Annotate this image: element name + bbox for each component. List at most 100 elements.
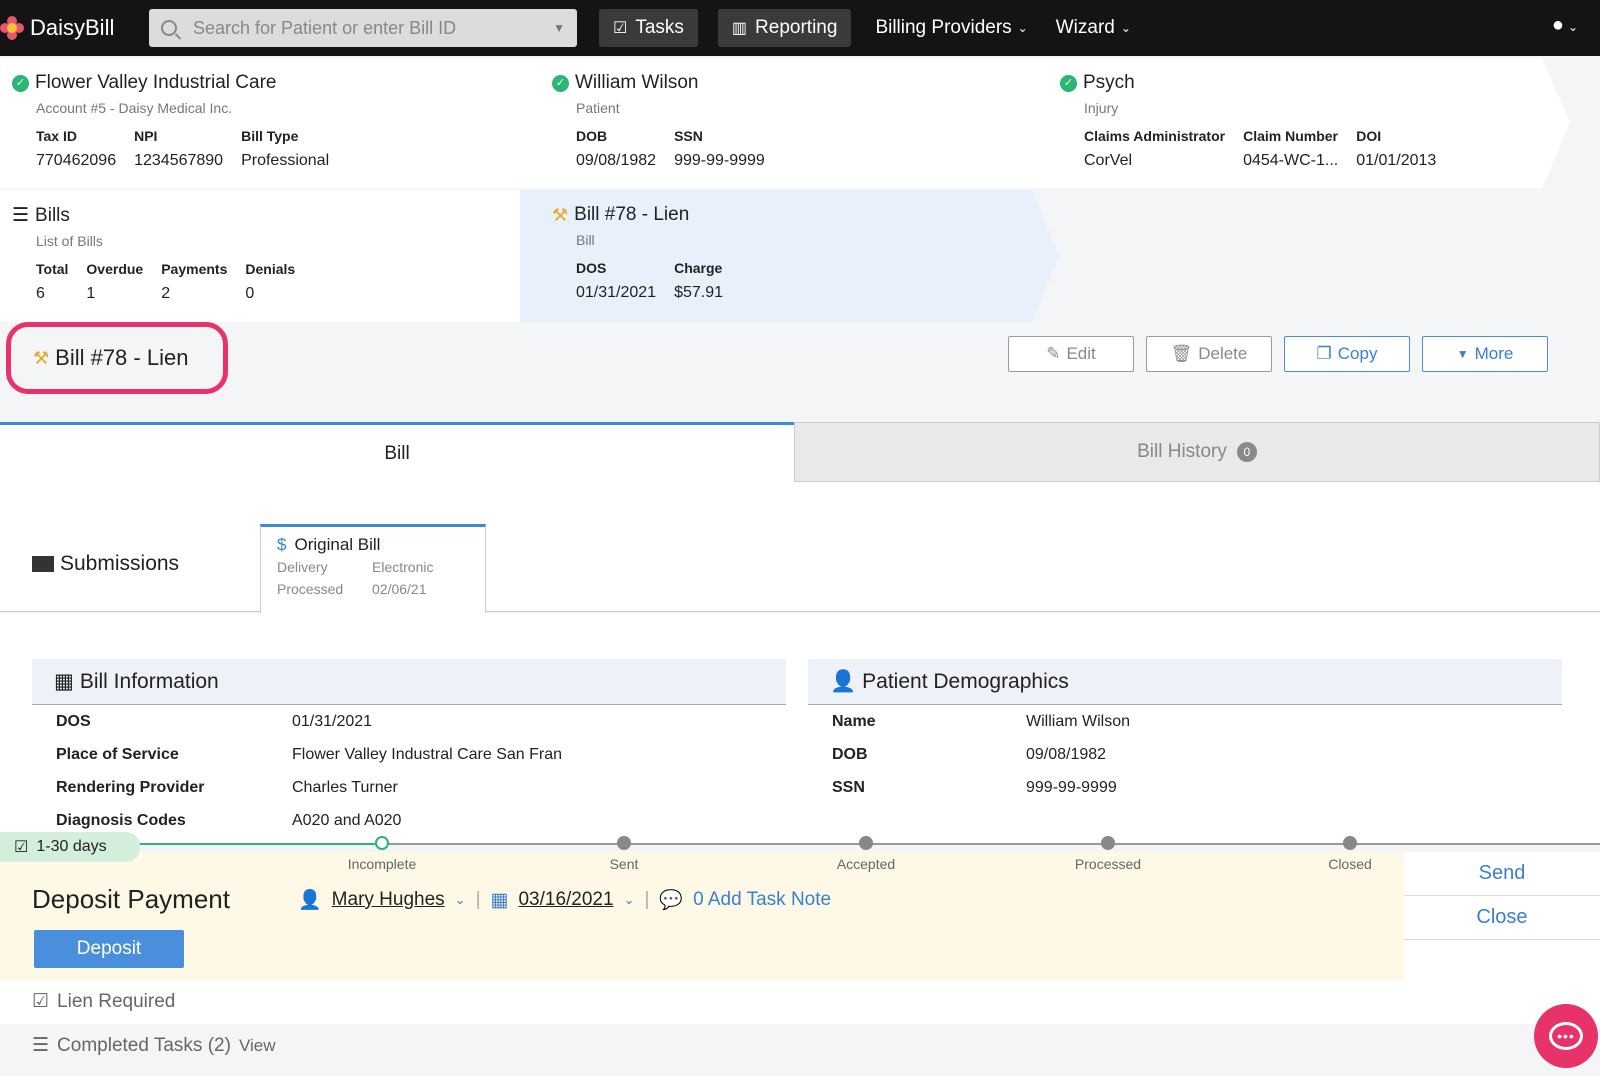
field-label: Overdue [86,261,144,277]
field-value: $57.91 [674,284,724,301]
chevron-down-icon[interactable]: ⌄ [455,892,466,908]
search-placeholder: Search for Patient or enter Bill ID [193,17,457,38]
original-bill-tab[interactable]: $ Original Bill Delivery Electronic Proce… [260,524,486,614]
table-row: DOS 01/31/2021 [56,705,562,738]
account-card[interactable]: ✓ Flower Valley Industrial Care Account #… [0,58,550,188]
account-subtitle: Account #5 - Daisy Medical Inc. [36,100,233,116]
chevron-down-icon[interactable]: ⌄ [624,892,635,908]
row-value: 01/31/2021 [292,712,373,730]
list-icon: ☰ [32,1035,50,1056]
wizard-menu[interactable]: Wizard ⌄ [1042,9,1145,47]
separator: | [644,889,650,910]
separator: | [475,889,481,910]
table-row: Diagnosis Codes A020 and A020 [56,804,562,837]
more-button[interactable]: ▼ More [1422,336,1548,372]
patient-card[interactable]: ✓ William Wilson Patient DOB 09/08/1982 SS… [520,58,1066,188]
injury-card[interactable]: ✓ Psych Injury Claims Administrator CorVel… [1036,58,1570,188]
task-progress-line [0,843,1600,845]
field-label: Claims Administrator [1084,128,1226,144]
field-value: CorVel [1084,152,1133,169]
table-row: Place of Service Flower Valley Industral … [56,738,562,771]
row-value: Flower Valley Industral Care San Fran [292,745,563,763]
completed-tasks-label: Completed Tasks (2) [57,1034,231,1056]
add-task-note-link[interactable]: 0 Add Task Note [693,889,831,911]
lien-required-label: Lien Required [57,990,176,1012]
field-label: Denials [245,261,296,277]
field-value: 2 [161,285,171,302]
search-input[interactable]: Search for Patient or enter Bill ID ▼ [149,9,577,47]
tab-bill-history[interactable]: Bill History 0 [794,422,1600,482]
deposit-button[interactable]: Deposit [34,930,184,968]
billing-providers-menu[interactable]: Billing Providers ⌄ [861,9,1041,47]
assignee-select[interactable]: Mary Hughes [332,889,445,911]
stage-dot [1343,836,1357,850]
list-icon: ☰ [12,205,30,226]
check-circle-icon: ✓ [552,75,569,92]
stage-label: Incomplete [347,856,417,872]
due-date-select[interactable]: 03/16/2021 [518,889,613,911]
field-value: 770462096 [36,152,117,169]
field-label: Charge [674,260,723,276]
chevron-down-icon: ⌄ [1017,21,1028,35]
task-title: Deposit Payment [32,884,230,914]
table-row: SSN 999-99-9999 [832,771,1130,804]
field-label: Bill Type [241,128,299,144]
delivery-value: Electronic [372,559,434,575]
daisy-icon [0,16,24,40]
copy-button[interactable]: ❐ Copy [1284,336,1410,372]
close-button[interactable]: Close [1404,896,1600,940]
bill-card[interactable]: ⚒ Bill #78 - Lien Bill DOS 01/31/2021 Char… [520,190,1060,322]
calendar-icon: ▦ [490,889,509,911]
bill-information-panel: ▦ Bill Information DOS 01/31/2021 Place of… [32,659,786,837]
row-label: Place of Service [56,745,179,763]
bill-information-title: Bill Information [79,669,219,693]
bills-card[interactable]: ☰ Bills List of Bills Total 6 Overdue 1 Pay… [0,190,550,322]
bill-content: ▦ Bill Information DOS 01/31/2021 Place of… [0,613,1600,843]
edit-button[interactable]: ✎ Edit [1008,336,1134,372]
bar-chart-icon: ▥ [731,20,748,37]
user-menu[interactable]: ● ⌄ [1552,14,1578,37]
injury-title: Psych [1083,72,1135,93]
task-age-label: 1-30 days [36,838,107,855]
field-value: 01/31/2021 [576,284,657,301]
send-button[interactable]: Send [1404,852,1600,896]
field-label: SSN [674,128,703,144]
tasks-button[interactable]: ☑ Tasks [599,9,698,47]
chat-icon: ••• [1549,1022,1583,1050]
reporting-button[interactable]: ▥ Reporting [717,9,852,47]
field-label: NPI [134,128,158,144]
copy-icon: ❐ [1316,344,1332,363]
field-label: Tax ID [36,128,77,144]
patient-demographics-title: Patient Demographics [862,669,1069,693]
stage-dot [617,836,631,850]
stage-dot [1101,836,1115,850]
chevron-down-icon[interactable]: ▼ [553,21,565,35]
bills-subtitle: List of Bills [36,233,103,249]
submissions-label: Submissions [32,552,179,576]
completed-tasks: ☰ Completed Tasks (2) View [32,1034,275,1057]
brand-logo[interactable]: DaisyBill [0,15,146,41]
stage-label: Processed [1074,856,1142,872]
task-age-badge: ☑ 1-30 days [0,832,140,862]
field-value: 0 [245,285,255,302]
edit-icon: ✎ [1046,344,1061,363]
row-value: Charles Turner [292,778,398,796]
chat-button[interactable]: ••• [1534,1004,1598,1068]
patient-subtitle: Patient [576,100,620,116]
view-link[interactable]: View [239,1036,276,1056]
gavel-icon: ⚒ [552,204,569,225]
lien-required[interactable]: ☑ Lien Required [32,990,175,1013]
tab-bill[interactable]: Bill [0,422,794,482]
delete-button[interactable]: 🗑 Delete [1146,336,1272,372]
row-label: SSN [832,778,865,796]
processed-value: 02/06/21 [372,581,427,597]
field-label: DOS [576,260,607,276]
comment-icon: 💬 [659,890,684,911]
chevron-down-icon: ⌄ [1120,21,1131,35]
wizard-label: Wizard [1055,17,1115,38]
trash-icon: 🗑 [1170,344,1193,363]
submissions-text: Submissions [60,552,180,575]
row-label: Rendering Provider [56,778,205,796]
user-tie-icon: 👤 [830,669,857,693]
task-actions: Send Close [1404,852,1600,980]
